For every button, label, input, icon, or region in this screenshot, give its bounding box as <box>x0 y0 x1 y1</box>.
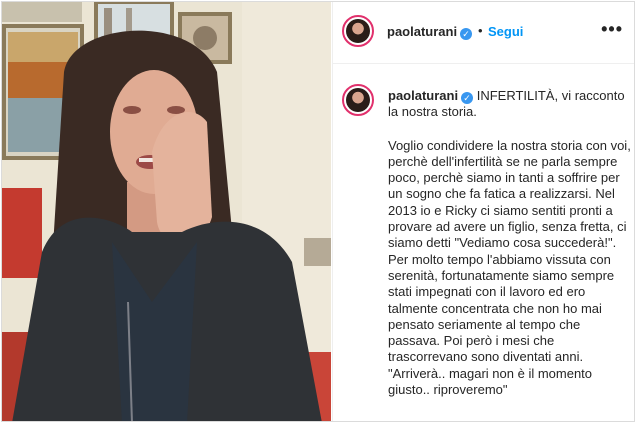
verified-badge-icon: ✓ <box>460 28 473 40</box>
post-container: paolaturani ✓ • Segui ••• paolaturani ✓ IN… <box>1 1 635 422</box>
caption-body: Voglio condividere la nostra storia con … <box>388 137 631 398</box>
avatar-image <box>346 19 370 43</box>
post-header: paolaturani ✓ • Segui ••• <box>333 2 634 64</box>
username-text: paolaturani <box>387 24 458 39</box>
username-link[interactable]: paolaturani ✓ <box>387 24 473 40</box>
avatar[interactable] <box>342 15 374 47</box>
follow-button[interactable]: Segui <box>488 24 523 39</box>
caption-username-link[interactable]: paolaturani ✓ <box>388 88 474 104</box>
caption-avatar[interactable] <box>342 84 374 116</box>
more-options-icon[interactable]: ••• <box>601 19 623 40</box>
caption-heading: paolaturani ✓ INFERTILITÀ, vi racconto la… <box>388 88 633 121</box>
caption: paolaturani ✓ INFERTILITÀ, vi racconto la… <box>388 88 633 398</box>
post-side-panel: paolaturani ✓ • Segui ••• paolaturani ✓ IN… <box>332 2 634 421</box>
post-photo-illustration <box>2 2 331 421</box>
caption-username-text: paolaturani <box>388 88 459 103</box>
post-photo[interactable] <box>2 2 331 421</box>
verified-badge-icon: ✓ <box>461 92 474 104</box>
caption-avatar-image <box>346 88 370 112</box>
separator-dot: • <box>478 23 483 38</box>
